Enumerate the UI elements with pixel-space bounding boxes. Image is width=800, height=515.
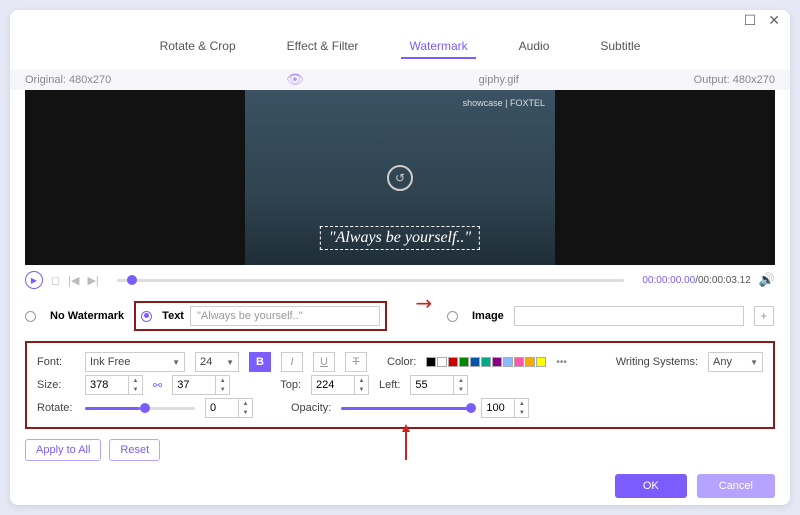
timeline[interactable] <box>117 279 625 282</box>
tab-rotate-crop[interactable]: Rotate & Crop <box>152 35 244 59</box>
color-swatch[interactable] <box>481 357 491 367</box>
radio-text[interactable] <box>141 311 152 322</box>
color-swatch[interactable] <box>470 357 480 367</box>
timeline-playhead[interactable] <box>127 275 137 285</box>
color-swatch[interactable] <box>503 357 513 367</box>
footer-buttons: OK Cancel <box>615 474 775 498</box>
volume-icon[interactable]: 🔊 <box>759 272 775 288</box>
ok-button[interactable]: OK <box>615 474 687 498</box>
color-swatch[interactable] <box>514 357 524 367</box>
width-spinner[interactable]: ▲▼ <box>85 375 143 395</box>
prev-frame-button[interactable]: |◀ <box>68 274 79 287</box>
link-icon[interactable]: ⚯ <box>153 379 162 392</box>
play-button[interactable]: ▶ <box>25 271 43 289</box>
tab-audio[interactable]: Audio <box>511 35 558 59</box>
apply-to-all-button[interactable]: Apply to All <box>25 439 101 461</box>
text-watermark-group: Text <box>134 301 387 331</box>
next-frame-button[interactable]: ▶| <box>87 274 98 287</box>
image-path-input[interactable] <box>514 306 744 326</box>
color-swatch[interactable] <box>448 357 458 367</box>
original-dimensions: Original: 480x270 <box>25 74 111 86</box>
tab-watermark[interactable]: Watermark <box>401 35 475 59</box>
watermark-type-row: No Watermark Text ↘ Image + <box>10 295 790 337</box>
top-spinner[interactable]: ▲▼ <box>311 375 369 395</box>
add-image-button[interactable]: + <box>754 306 774 326</box>
height-spinner[interactable]: ▲▼ <box>172 375 230 395</box>
visibility-icon[interactable]: 👁 <box>286 71 304 88</box>
preview-area: showcase | FOXTEL ↺ "Always be yourself.… <box>25 90 775 265</box>
text-input[interactable] <box>190 306 380 326</box>
player-controls: ▶ ◻ |◀ ▶| 00:00:00.00/00:00:03.12 🔊 <box>10 265 790 295</box>
size-label: Size: <box>37 379 75 391</box>
color-swatch[interactable] <box>492 357 502 367</box>
left-spinner[interactable]: ▲▼ <box>410 375 468 395</box>
settings-panel: Font: Ink Free▼ 24▼ B I U T Color: ••• W… <box>25 341 775 429</box>
opacity-label: Opacity: <box>291 402 331 414</box>
more-colors-button[interactable]: ••• <box>556 357 567 368</box>
color-swatch[interactable] <box>525 357 535 367</box>
preview-image: showcase | FOXTEL ↺ "Always be yourself.… <box>245 90 555 265</box>
no-watermark-label: No Watermark <box>50 310 124 322</box>
underline-button[interactable]: U <box>313 352 335 372</box>
color-swatches <box>426 357 546 367</box>
annotation-arrow-icon <box>405 430 407 460</box>
output-dimensions: Output: 480x270 <box>694 74 775 86</box>
tab-subtitle[interactable]: Subtitle <box>592 35 648 59</box>
font-label: Font: <box>37 356 75 368</box>
image-label: Image <box>472 310 504 322</box>
color-label: Color: <box>387 356 416 368</box>
radio-no-watermark[interactable] <box>25 311 36 322</box>
strikethrough-button[interactable]: T <box>345 352 367 372</box>
filename: giphy.gif <box>479 74 519 86</box>
time-display: 00:00:00.00/00:00:03.12 <box>642 275 750 286</box>
watermark-text-overlay[interactable]: "Always be yourself.." <box>320 226 480 250</box>
color-swatch[interactable] <box>536 357 546 367</box>
brand-overlay: showcase | FOXTEL <box>463 98 545 108</box>
rotate-label: Rotate: <box>37 402 75 414</box>
color-swatch[interactable] <box>437 357 447 367</box>
cancel-button[interactable]: Cancel <box>697 474 775 498</box>
font-size-select[interactable]: 24▼ <box>195 352 239 372</box>
color-swatch[interactable] <box>426 357 436 367</box>
editor-window: ☐ ✕ Rotate & Crop Effect & Filter Waterm… <box>10 10 790 505</box>
text-label: Text <box>162 310 184 322</box>
color-swatch[interactable] <box>459 357 469 367</box>
rewind-icon[interactable]: ↺ <box>387 165 413 191</box>
titlebar: ☐ ✕ <box>10 10 790 30</box>
tabs: Rotate & Crop Effect & Filter Watermark … <box>10 30 790 69</box>
left-label: Left: <box>379 379 400 391</box>
italic-button[interactable]: I <box>281 352 303 372</box>
writing-systems-label: Writing Systems: <box>616 356 698 368</box>
opacity-spinner[interactable]: ▲▼ <box>481 398 529 418</box>
rotate-slider[interactable] <box>85 407 195 410</box>
rotate-spinner[interactable]: ▲▼ <box>205 398 253 418</box>
radio-image[interactable] <box>447 311 458 322</box>
infobar: Original: 480x270 👁 giphy.gif Output: 48… <box>10 69 790 90</box>
stop-button[interactable]: ◻ <box>51 274 60 287</box>
top-label: Top: <box>280 379 301 391</box>
close-icon[interactable]: ✕ <box>768 12 780 29</box>
reset-button[interactable]: Reset <box>109 439 160 461</box>
writing-systems-select[interactable]: Any▼ <box>708 352 763 372</box>
tab-effect-filter[interactable]: Effect & Filter <box>279 35 367 59</box>
bold-button[interactable]: B <box>249 352 271 372</box>
font-select[interactable]: Ink Free▼ <box>85 352 185 372</box>
action-buttons: Apply to All Reset <box>10 433 790 467</box>
maximize-icon[interactable]: ☐ <box>744 12 757 29</box>
opacity-slider[interactable] <box>341 407 471 410</box>
